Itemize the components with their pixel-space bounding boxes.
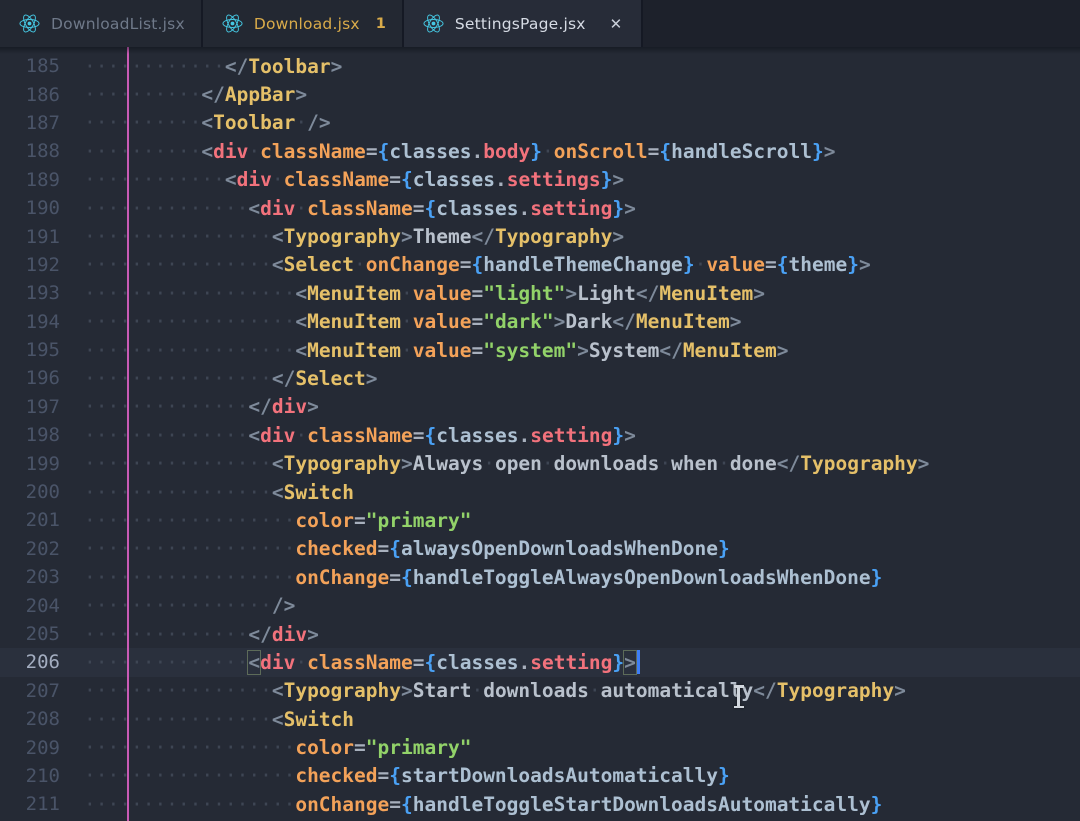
tab-bar: DownloadList.jsx Download.jsx 1 — [0, 0, 1080, 47]
line-number: 187 — [0, 112, 60, 134]
code-line[interactable]: 187··········<Toolbar·/> — [0, 109, 1080, 137]
line-number: 209 — [0, 737, 60, 759]
line-number: 207 — [0, 680, 60, 702]
code-line[interactable]: 208················<Switch — [0, 705, 1080, 733]
line-number: 199 — [0, 453, 60, 475]
tab-label: SettingsPage.jsx — [455, 15, 586, 33]
code-line[interactable]: 193··················<MenuItem·value="li… — [0, 279, 1080, 307]
line-number: 200 — [0, 481, 60, 503]
code-line[interactable]: 201··················color="primary" — [0, 506, 1080, 534]
code-line[interactable]: 186··········</AppBar> — [0, 80, 1080, 108]
line-number: 202 — [0, 538, 60, 560]
line-number: 185 — [0, 55, 60, 77]
code-line[interactable]: 199················<Typography>Always·op… — [0, 449, 1080, 477]
react-icon — [222, 13, 243, 34]
line-number: 203 — [0, 566, 60, 588]
line-number: 198 — [0, 424, 60, 446]
tab-download-jsx[interactable]: Download.jsx 1 — [203, 0, 404, 47]
code-line[interactable]: 203··················onChange={handleTog… — [0, 563, 1080, 591]
code-line[interactable]: 188··········<div·className={classes.bod… — [0, 137, 1080, 165]
line-number: 189 — [0, 169, 60, 191]
code-line[interactable]: 202··················checked={alwaysOpen… — [0, 535, 1080, 563]
line-number: 190 — [0, 197, 60, 219]
line-number: 192 — [0, 254, 60, 276]
code-line[interactable]: 211··················onChange={handleTog… — [0, 790, 1080, 818]
line-number: 201 — [0, 509, 60, 531]
code-line[interactable]: 191················<Typography>Theme</Ty… — [0, 222, 1080, 250]
line-number: 204 — [0, 595, 60, 617]
line-number: 206 — [0, 651, 60, 673]
code-lines: 185············</Toolbar>186··········</… — [0, 52, 1080, 821]
line-number: 186 — [0, 84, 60, 106]
text-caret — [636, 650, 640, 674]
line-number: 195 — [0, 339, 60, 361]
code-line[interactable]: 204················/> — [0, 591, 1080, 619]
line-number: 191 — [0, 226, 60, 248]
react-icon — [423, 13, 444, 34]
line-number: 205 — [0, 623, 60, 645]
react-icon — [19, 13, 40, 34]
line-number: 188 — [0, 140, 60, 162]
code-line[interactable]: 189············<div·className={classes.s… — [0, 166, 1080, 194]
problems-count-badge: 1 — [376, 16, 386, 32]
line-number: 193 — [0, 282, 60, 304]
code-line[interactable]: 209··················color="primary" — [0, 733, 1080, 761]
line-number: 208 — [0, 708, 60, 730]
code-line[interactable]: 192················<Select·onChange={han… — [0, 251, 1080, 279]
code-line[interactable]: 190··············<div·className={classes… — [0, 194, 1080, 222]
code-line[interactable]: 185············</Toolbar> — [0, 52, 1080, 80]
code-line[interactable]: 197··············</div> — [0, 393, 1080, 421]
code-line[interactable]: 200················<Switch — [0, 478, 1080, 506]
code-line[interactable]: 195··················<MenuItem·value="sy… — [0, 336, 1080, 364]
code-line[interactable]: 198··············<div·className={classes… — [0, 421, 1080, 449]
close-icon[interactable]: ✕ — [607, 14, 626, 34]
tab-settingspage-jsx[interactable]: SettingsPage.jsx ✕ — [404, 0, 643, 47]
code-line[interactable]: 207················<Typography>Start·dow… — [0, 677, 1080, 705]
code-line[interactable]: 196················</Select> — [0, 364, 1080, 392]
code-line[interactable]: 205··············</div> — [0, 620, 1080, 648]
line-number: 196 — [0, 367, 60, 389]
code-line[interactable]: 206··············<div·className={classes… — [0, 648, 1080, 676]
code-line[interactable]: 210··················checked={startDownl… — [0, 762, 1080, 790]
line-number: 210 — [0, 765, 60, 787]
line-number: 211 — [0, 793, 60, 815]
active-indent-guide — [127, 47, 129, 821]
line-number: 194 — [0, 311, 60, 333]
tab-label: Download.jsx — [254, 15, 360, 33]
tab-label: DownloadList.jsx — [51, 15, 185, 33]
line-number: 197 — [0, 396, 60, 418]
tab-downloadlist-jsx[interactable]: DownloadList.jsx — [0, 0, 203, 47]
code-line[interactable]: 194··················<MenuItem·value="da… — [0, 308, 1080, 336]
code-editor[interactable]: 185············</Toolbar>186··········</… — [0, 47, 1080, 821]
